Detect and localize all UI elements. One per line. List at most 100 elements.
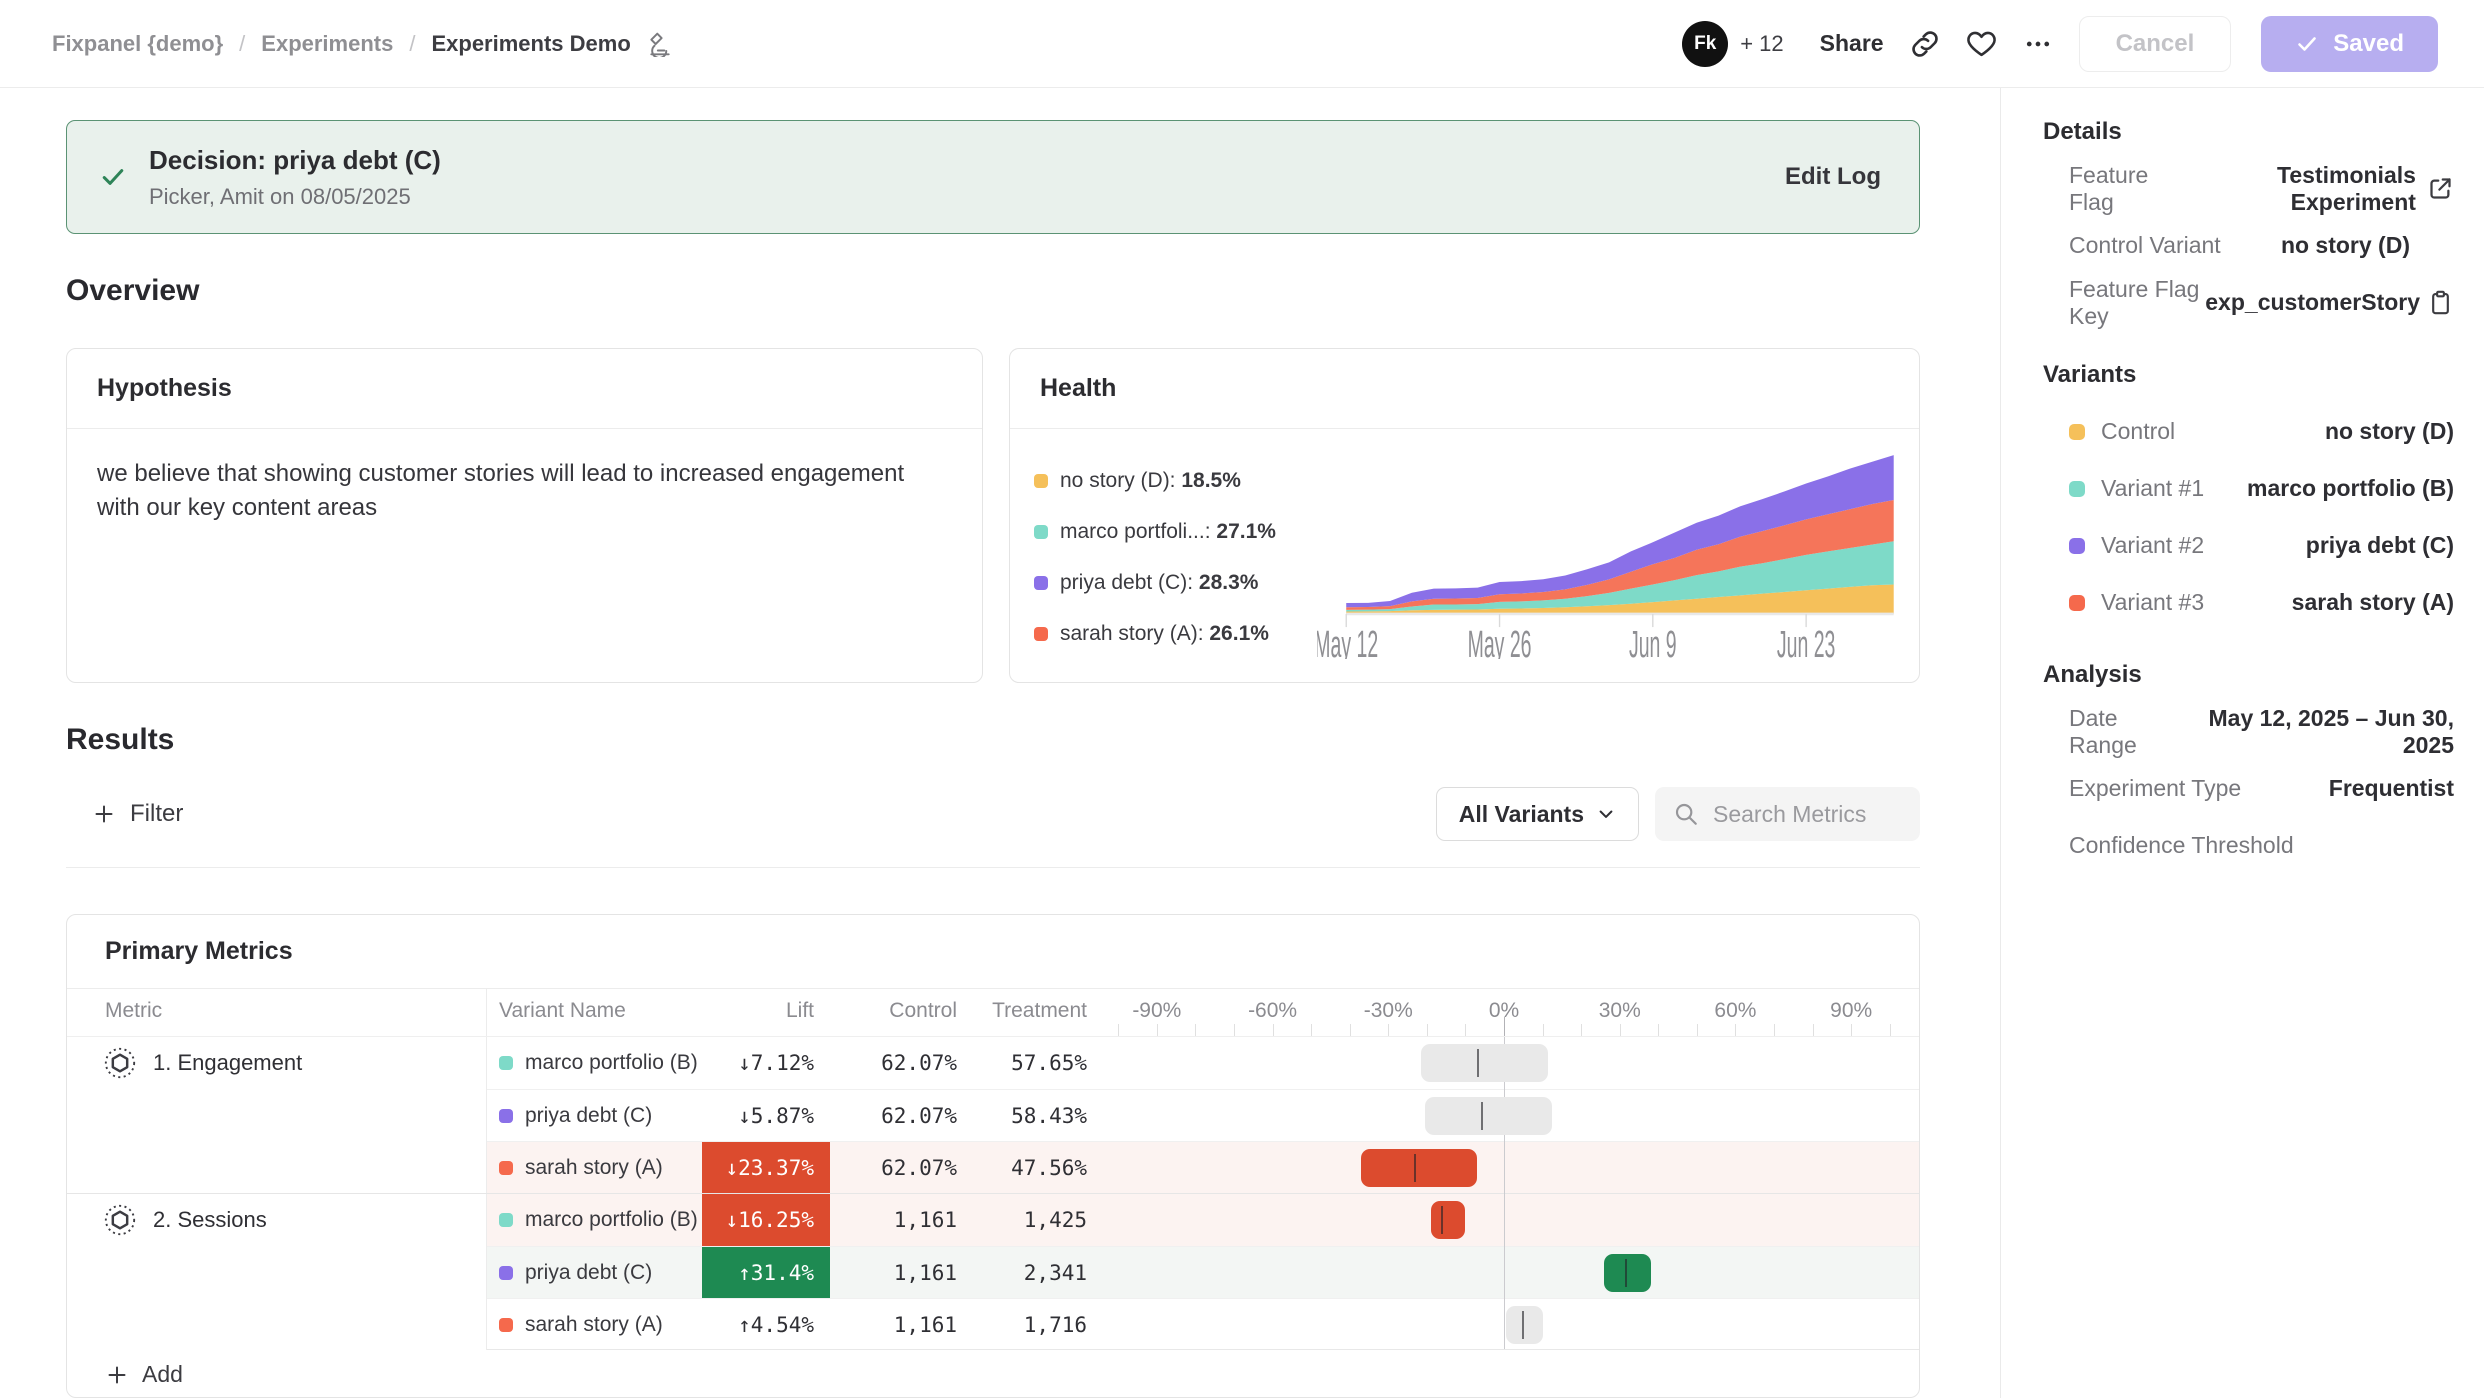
plus-icon	[105, 1363, 129, 1387]
collaborator-count[interactable]: + 12	[1740, 31, 1783, 57]
sidebar-row-label: Confidence Threshold	[2069, 832, 2294, 859]
legend-swatch	[1034, 525, 1048, 539]
sidebar-row-value: sarah story (A)	[2292, 589, 2454, 616]
legend-label: no story (D): 18.5%	[1060, 469, 1241, 493]
metric-group: 1. Engagement marco portfolio (B)↓7.12%62…	[67, 1037, 1919, 1193]
variant-swatch	[499, 1109, 513, 1123]
confidence-interval-area	[1099, 1247, 1909, 1298]
metric-target-icon	[103, 1046, 137, 1080]
sidebar-row: Variant #1marco portfolio (B)	[2043, 460, 2454, 517]
chevron-down-icon	[1596, 804, 1616, 824]
avatar[interactable]: Fk	[1682, 21, 1728, 67]
variant-name: priya debt (C)	[525, 1261, 652, 1285]
confidence-interval-area	[1099, 1194, 1909, 1246]
legend-swatch	[1034, 627, 1048, 641]
decision-banner: Decision: priya debt (C) Picker, Amit on…	[66, 120, 1920, 234]
svg-text:May 26: May 26	[1467, 624, 1531, 659]
clipboard-icon[interactable]	[2427, 289, 2454, 316]
heart-icon[interactable]	[1966, 28, 1997, 59]
external-link-icon[interactable]	[2416, 175, 2454, 202]
sidebar-section-details: DetailsFeature FlagTestimonials Experime…	[2043, 118, 2454, 331]
breadcrumb-experiments[interactable]: Experiments	[261, 31, 393, 57]
axis-minor-tick	[1350, 1024, 1351, 1036]
health-card-header: Health	[1010, 349, 1919, 429]
topbar-actions: Fk + 12 Share Cancel Saved	[1682, 16, 2438, 72]
confidence-interval-bar	[1361, 1149, 1477, 1187]
variant-swatch	[499, 1056, 513, 1070]
saved-button[interactable]: Saved	[2261, 16, 2438, 72]
confidence-interval-bar	[1604, 1254, 1650, 1292]
axis-tick-label: -90%	[1132, 999, 1181, 1023]
variant-swatch	[2069, 424, 2085, 440]
axis-minor-tick	[1813, 1024, 1814, 1036]
metric-cell[interactable]: 1. Engagement	[67, 1037, 487, 1193]
legend-label: priya debt (C): 28.3%	[1060, 571, 1258, 595]
mean-lift-marker	[1441, 1206, 1443, 1234]
overview-heading: Overview	[66, 274, 1920, 308]
primary-metrics-header: Primary Metrics	[67, 915, 1919, 989]
table-column-headers: Metric Variant Name Lift Control Treatme…	[67, 989, 1919, 1036]
metric-name: 1. Engagement	[153, 1046, 302, 1080]
axis-minor-tick	[1735, 1024, 1736, 1036]
lift-value: ↓5.87%	[702, 1090, 830, 1141]
search-metrics-input[interactable]	[1713, 801, 1893, 828]
breadcrumb: Fixpanel {demo} / Experiments / Experime…	[52, 31, 673, 57]
app: Fixpanel {demo} / Experiments / Experime…	[0, 0, 2484, 1398]
cancel-button[interactable]: Cancel	[2079, 16, 2232, 72]
table-body: 1. Engagement marco portfolio (B)↓7.12%62…	[67, 1036, 1919, 1349]
axis-minor-tick	[1774, 1024, 1775, 1036]
variant-row[interactable]: priya debt (C)↓5.87%62.07%58.43%	[487, 1089, 1919, 1141]
metric-cell[interactable]: 2. Sessions	[67, 1194, 487, 1350]
share-button[interactable]: Share	[1820, 30, 1884, 57]
breadcrumb-project[interactable]: Fixpanel {demo}	[52, 31, 223, 57]
sidebar-row-label: Variant #3	[2101, 589, 2204, 616]
sidebar-row-value: no story (D)	[2281, 232, 2410, 259]
lift-value: ↑4.54%	[702, 1299, 830, 1350]
lift-value: ↓23.37%	[702, 1142, 830, 1193]
link-icon[interactable]	[1910, 29, 1940, 59]
sidebar-row-label: Feature Flag Key	[2069, 276, 2205, 330]
breadcrumb-current: Experiments Demo	[431, 31, 630, 57]
axis-minor-tick	[1697, 1024, 1698, 1036]
variant-row[interactable]: sarah story (A)↓23.37%62.07%47.56%	[487, 1141, 1919, 1193]
overview-cards: Hypothesis we believe that showing custo…	[66, 348, 1920, 683]
check-icon	[99, 163, 127, 191]
mean-lift-marker	[1481, 1102, 1483, 1130]
lift-value: ↓16.25%	[702, 1194, 830, 1246]
results-heading: Results	[66, 723, 1920, 757]
sidebar-row-value: exp_customerStory	[2205, 289, 2420, 316]
sidebar-row-label: Date Range	[2069, 705, 2180, 759]
svg-text:Jun 9: Jun 9	[1628, 624, 1676, 659]
variant-name: marco portfolio (B)	[525, 1051, 698, 1075]
legend-label: sarah story (A): 26.1%	[1060, 622, 1269, 646]
clipboard-icon[interactable]	[2420, 289, 2454, 316]
breadcrumb-separator: /	[239, 31, 245, 57]
sidebar-row: Feature FlagTestimonials Experiment	[2043, 160, 2454, 217]
treatment-value: 1,716	[957, 1313, 1087, 1337]
confidence-interval-area	[1099, 1299, 1909, 1350]
add-filter-button[interactable]: Filter	[66, 800, 183, 828]
axis-minor-tick	[1658, 1024, 1659, 1036]
variant-row[interactable]: marco portfolio (B)↓7.12%62.07%57.65%	[487, 1037, 1919, 1089]
variant-row[interactable]: marco portfolio (B)↓16.25%1,1611,425	[487, 1194, 1919, 1246]
variant-row[interactable]: sarah story (A)↑4.54%1,1611,716	[487, 1298, 1919, 1350]
sidebar-row-label: Variant #1	[2101, 475, 2204, 502]
variant-swatch	[2069, 595, 2085, 611]
confidence-interval-area	[1099, 1037, 1909, 1089]
sidebar-row: Controlno story (D)	[2043, 403, 2454, 460]
variant-row[interactable]: priya debt (C)↑31.4%1,1612,341	[487, 1246, 1919, 1298]
axis-zero-tick	[1504, 1017, 1505, 1036]
decision-title: Decision: priya debt (C)	[149, 145, 441, 176]
decision-text: Decision: priya debt (C) Picker, Amit on…	[149, 145, 441, 210]
add-metric-button[interactable]: Add	[105, 1361, 183, 1388]
toolbar-right: All Variants	[1436, 787, 1920, 841]
treatment-value: 2,341	[957, 1261, 1087, 1285]
more-options-icon[interactable]	[2023, 29, 2053, 59]
axis-minor-tick	[1581, 1024, 1582, 1036]
external-link-icon[interactable]	[2427, 175, 2454, 202]
col-treatment: Treatment	[957, 999, 1087, 1036]
edit-log-button[interactable]: Edit Log	[1785, 163, 1881, 191]
axis-minor-tick	[1620, 1024, 1621, 1036]
variants-dropdown[interactable]: All Variants	[1436, 787, 1639, 841]
variant-swatch	[499, 1318, 513, 1332]
